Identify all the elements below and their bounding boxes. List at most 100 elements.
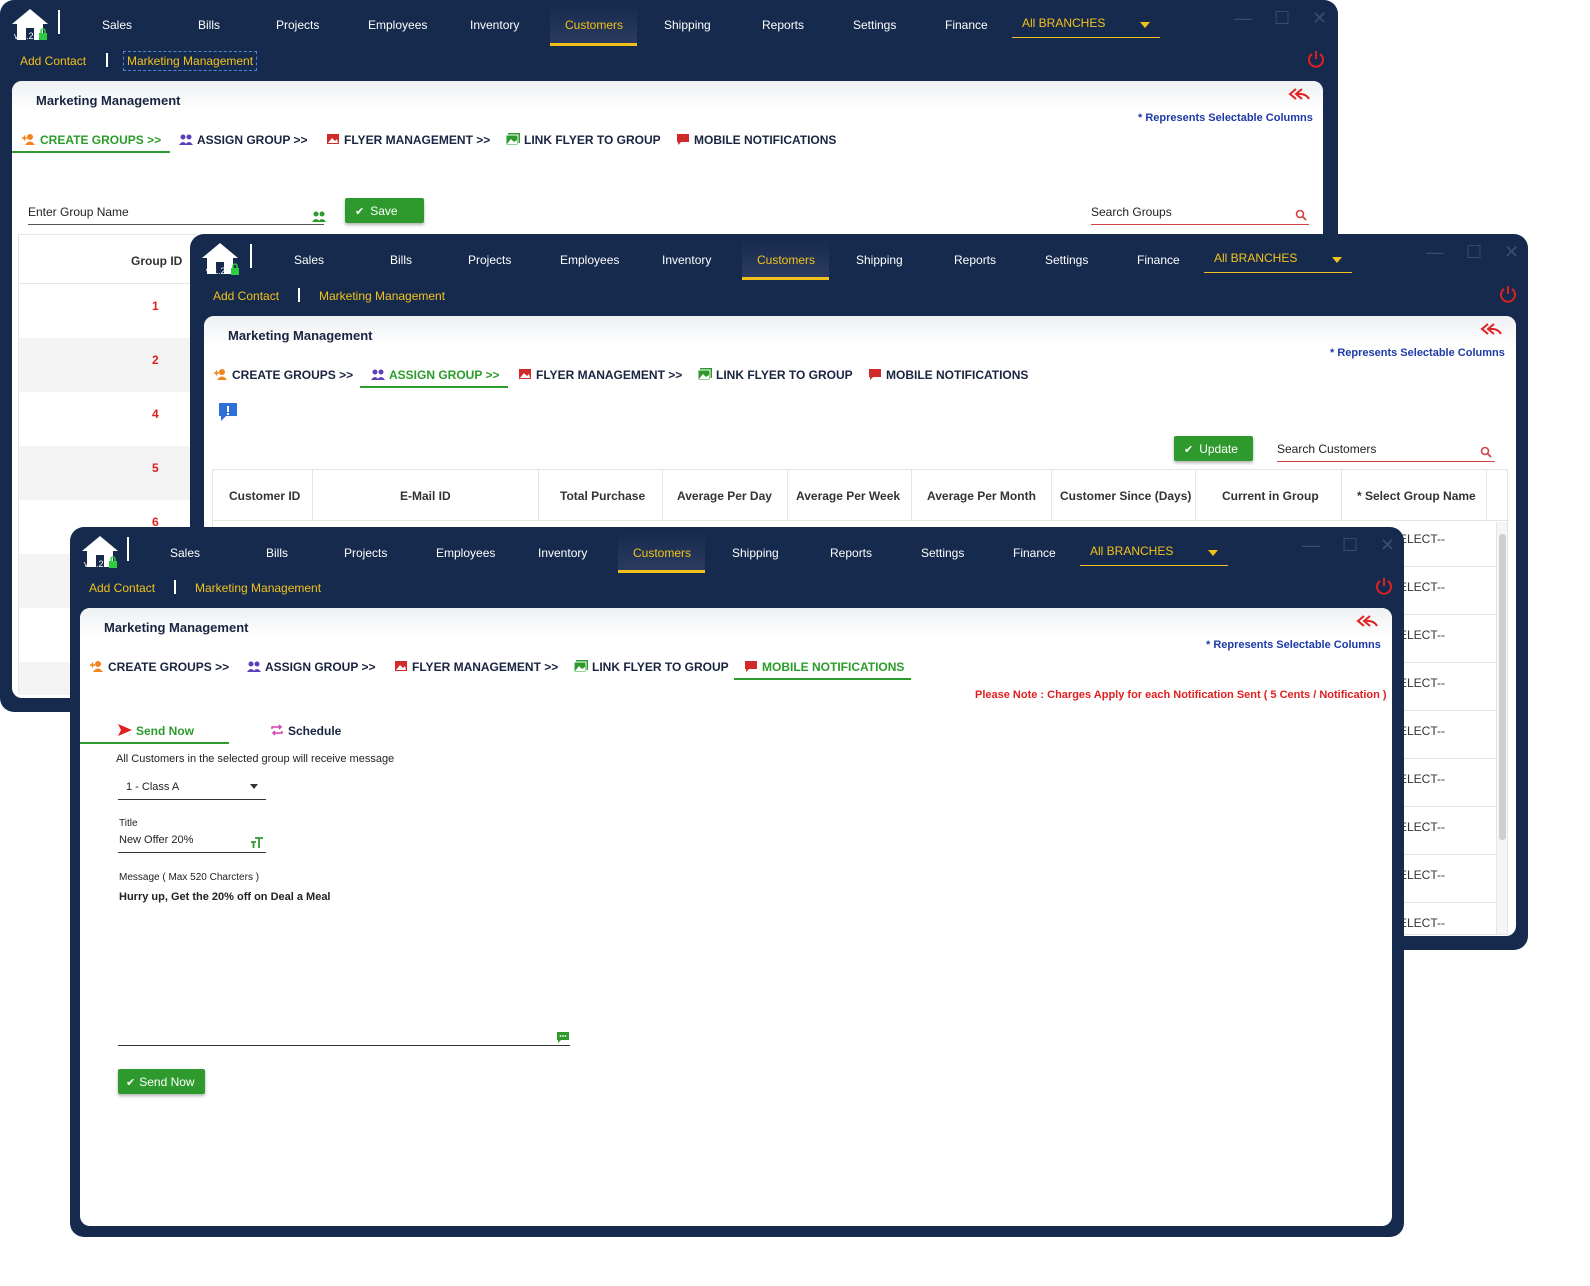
maximize-button[interactable]: ☐ — [1466, 242, 1482, 263]
column-header-avg-day[interactable]: Average Per Day — [677, 489, 772, 503]
group-select-cell[interactable]: ELECT-- — [1399, 724, 1445, 738]
group-name-input[interactable]: Enter Group Name — [28, 205, 129, 219]
nav-sales[interactable]: Sales — [170, 546, 200, 560]
column-header-select-group[interactable]: * Select Group Name — [1357, 489, 1476, 503]
tab-assign-group[interactable]: ASSIGN GROUP >> — [371, 368, 499, 382]
group-select[interactable]: 1 - Class A — [118, 774, 266, 800]
nav-reports[interactable]: Reports — [762, 18, 804, 32]
undo-icon[interactable] — [1356, 614, 1378, 628]
nav-sales[interactable]: Sales — [102, 18, 132, 32]
group-select-cell[interactable]: ELECT-- — [1399, 820, 1445, 834]
title-input[interactable]: New Offer 20% — [119, 834, 193, 846]
table-row[interactable]: 2 — [19, 338, 199, 392]
nav-bills[interactable]: Bills — [266, 546, 288, 560]
nav-finance[interactable]: Finance — [1137, 253, 1180, 267]
undo-icon[interactable] — [1480, 322, 1502, 336]
column-header-email[interactable]: E-Mail ID — [400, 489, 451, 503]
group-select-cell[interactable]: ELECT-- — [1399, 868, 1445, 882]
close-button[interactable]: ✕ — [1504, 242, 1519, 263]
tab-create-groups[interactable]: CREATE GROUPS >> — [214, 368, 353, 382]
nav-shipping[interactable]: Shipping — [732, 546, 779, 560]
branch-select[interactable]: All BRANCHES — [1080, 540, 1228, 566]
search-icon[interactable] — [1295, 209, 1307, 221]
search-groups-input[interactable]: Search Groups — [1091, 205, 1172, 219]
column-header-current-group[interactable]: Current in Group — [1222, 489, 1319, 503]
subtab-send-now[interactable]: Send Now — [118, 724, 194, 738]
nav-sales[interactable]: Sales — [294, 253, 324, 267]
group-select-cell[interactable]: ELECT-- — [1399, 580, 1445, 594]
tab-link-flyer[interactable]: LINK FLYER TO GROUP — [698, 368, 853, 382]
nav-settings[interactable]: Settings — [921, 546, 964, 560]
nav-settings[interactable]: Settings — [853, 18, 896, 32]
close-button[interactable]: ✕ — [1380, 535, 1395, 556]
nav-finance[interactable]: Finance — [945, 18, 988, 32]
group-select-cell[interactable]: ELECT-- — [1399, 676, 1445, 690]
nav-inventory[interactable]: Inventory — [470, 18, 519, 32]
group-select-cell[interactable]: ELECT-- — [1399, 628, 1445, 642]
branch-select[interactable]: All BRANCHES — [1012, 12, 1160, 38]
tab-mobile-notifications[interactable]: MOBILE NOTIFICATIONS — [744, 660, 904, 674]
table-row[interactable]: 1 — [19, 284, 199, 338]
group-select-cell[interactable]: ELECT-- — [1399, 916, 1445, 930]
save-button[interactable]: ✔ Save — [345, 198, 424, 223]
tab-flyer-management[interactable]: FLYER MANAGEMENT >> — [394, 660, 558, 674]
minimize-button[interactable]: — — [1234, 8, 1252, 29]
tab-assign-group[interactable]: ASSIGN GROUP >> — [179, 133, 307, 147]
alert-chat-icon[interactable] — [218, 402, 238, 422]
tab-create-groups[interactable]: CREATE GROUPS >> — [22, 133, 161, 147]
maximize-button[interactable]: ☐ — [1274, 8, 1290, 29]
nav-finance[interactable]: Finance — [1013, 546, 1056, 560]
nav-customers[interactable]: Customers — [565, 18, 623, 32]
nav-employees[interactable]: Employees — [560, 253, 619, 267]
tab-flyer-management[interactable]: FLYER MANAGEMENT >> — [518, 368, 682, 382]
nav-employees[interactable]: Employees — [368, 18, 427, 32]
close-button[interactable]: ✕ — [1312, 8, 1327, 29]
nav-projects[interactable]: Projects — [468, 253, 511, 267]
subnav-add-contact[interactable]: Add Contact — [89, 581, 155, 595]
scrollbar-thumb[interactable] — [1499, 534, 1506, 840]
nav-bills[interactable]: Bills — [198, 18, 220, 32]
nav-settings[interactable]: Settings — [1045, 253, 1088, 267]
send-now-button[interactable]: ✔ Send Now — [118, 1069, 205, 1094]
table-row[interactable]: 5 — [19, 446, 199, 500]
subtab-schedule[interactable]: Schedule — [270, 724, 341, 738]
minimize-button[interactable]: — — [1426, 242, 1444, 263]
power-icon[interactable] — [1499, 285, 1517, 303]
nav-reports[interactable]: Reports — [954, 253, 996, 267]
group-select-cell[interactable]: ELECT-- — [1399, 532, 1445, 546]
branch-select[interactable]: All BRANCHES — [1204, 247, 1352, 273]
maximize-button[interactable]: ☐ — [1342, 535, 1358, 556]
power-icon[interactable] — [1375, 577, 1393, 595]
column-header-group-id[interactable]: Group ID — [131, 254, 182, 268]
tab-assign-group[interactable]: ASSIGN GROUP >> — [247, 660, 375, 674]
nav-customers[interactable]: Customers — [757, 253, 815, 267]
column-header-total-purchase[interactable]: Total Purchase — [560, 489, 645, 503]
tab-flyer-management[interactable]: FLYER MANAGEMENT >> — [326, 133, 490, 147]
search-customers-input[interactable]: Search Customers — [1277, 442, 1376, 456]
table-row[interactable]: 4 — [19, 392, 199, 446]
column-header-avg-week[interactable]: Average Per Week — [796, 489, 900, 503]
column-header-avg-month[interactable]: Average Per Month — [927, 489, 1036, 503]
group-select-cell[interactable]: ELECT-- — [1399, 772, 1445, 786]
nav-bills[interactable]: Bills — [390, 253, 412, 267]
nav-inventory[interactable]: Inventory — [662, 253, 711, 267]
minimize-button[interactable]: — — [1302, 535, 1320, 556]
nav-inventory[interactable]: Inventory — [538, 546, 587, 560]
subnav-marketing[interactable]: Marketing Management — [319, 289, 445, 303]
nav-reports[interactable]: Reports — [830, 546, 872, 560]
update-button[interactable]: ✔ Update — [1174, 436, 1253, 461]
undo-icon[interactable] — [1288, 87, 1310, 101]
nav-shipping[interactable]: Shipping — [664, 18, 711, 32]
column-header-customer-since[interactable]: Customer Since (Days) — [1060, 489, 1191, 503]
nav-shipping[interactable]: Shipping — [856, 253, 903, 267]
power-icon[interactable] — [1307, 50, 1325, 68]
subnav-marketing[interactable]: Marketing Management — [195, 581, 321, 595]
nav-projects[interactable]: Projects — [276, 18, 319, 32]
nav-employees[interactable]: Employees — [436, 546, 495, 560]
nav-customers[interactable]: Customers — [633, 546, 691, 560]
subnav-marketing[interactable]: Marketing Management — [123, 51, 258, 71]
search-icon[interactable] — [1480, 446, 1492, 458]
scrollbar[interactable] — [1496, 522, 1507, 934]
tab-create-groups[interactable]: CREATE GROUPS >> — [90, 660, 229, 674]
tab-link-flyer[interactable]: LINK FLYER TO GROUP — [506, 133, 661, 147]
